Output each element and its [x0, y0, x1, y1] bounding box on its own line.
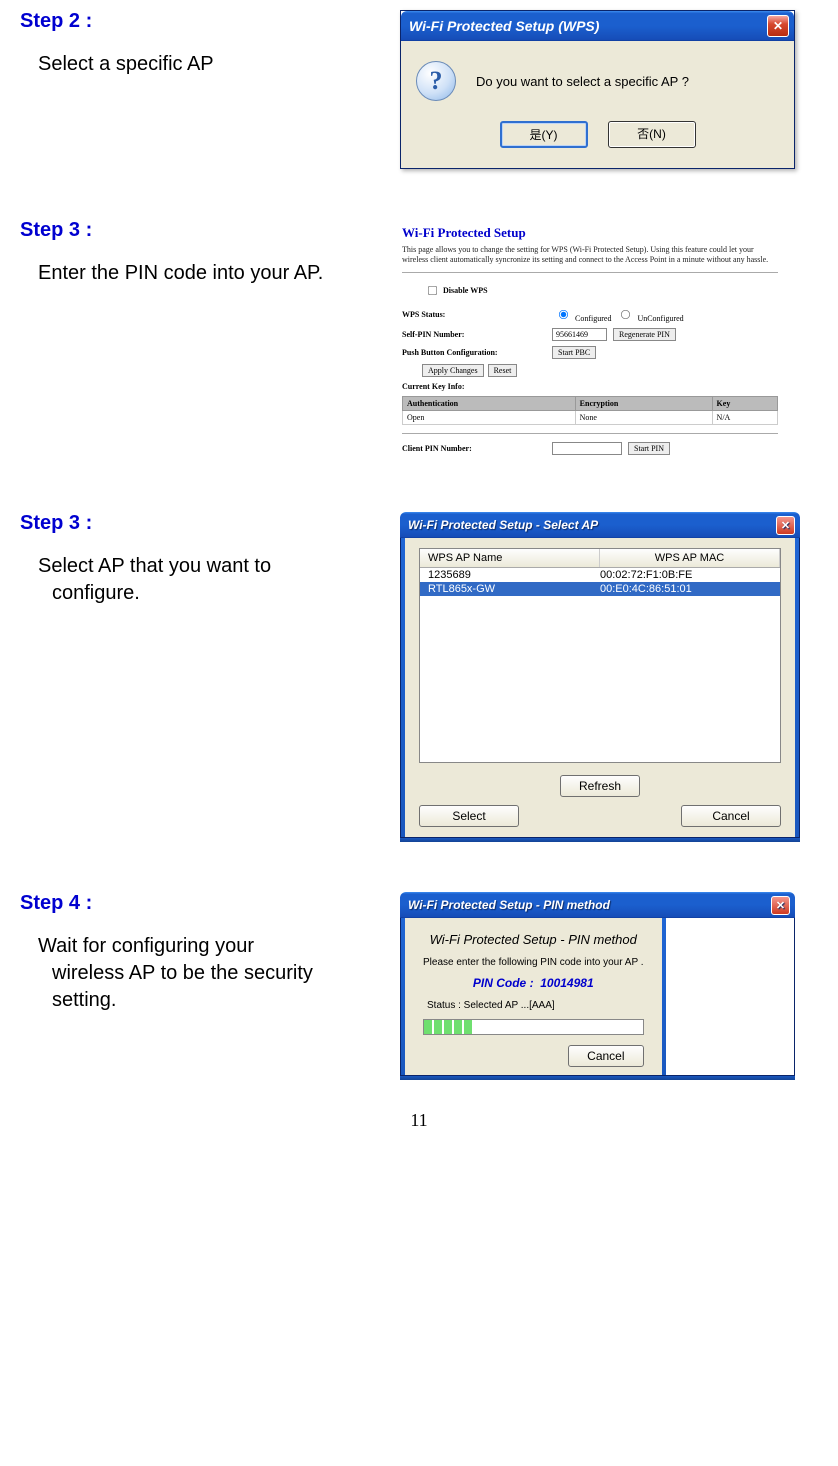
td-key: N/A — [712, 411, 777, 425]
step3a-heading: Step 3 : — [20, 219, 400, 242]
col-ap-name[interactable]: WPS AP Name — [420, 549, 600, 567]
close-icon[interactable]: ✕ — [767, 15, 789, 37]
clientpin-input[interactable] — [552, 442, 622, 455]
pbc-label: Push Button Configuration: — [402, 348, 552, 357]
close-icon[interactable]: ✕ — [771, 896, 790, 915]
select-ap-titlebar: Wi-Fi Protected Setup - Select AP ✕ — [400, 512, 800, 538]
pin-heading: Wi-Fi Protected Setup - PIN method — [423, 932, 644, 947]
close-icon[interactable]: ✕ — [776, 516, 795, 535]
confirm-dialog: Wi-Fi Protected Setup (WPS) ✕ ? Do you w… — [400, 10, 795, 169]
td-enc: None — [575, 411, 712, 425]
wps-intro: This page allows you to change the setti… — [402, 245, 778, 264]
question-icon: ? — [416, 61, 456, 101]
ap-list[interactable]: WPS AP Name WPS AP MAC 1235689 00:02:72:… — [419, 548, 781, 763]
refresh-button[interactable]: Refresh — [560, 775, 640, 797]
start-pin-button[interactable]: Start PIN — [628, 442, 670, 455]
list-item[interactable]: 1235689 00:02:72:F1:0B:FE — [420, 568, 780, 582]
confirm-title: Wi-Fi Protected Setup (WPS) — [409, 18, 599, 34]
confirm-titlebar: Wi-Fi Protected Setup (WPS) ✕ — [401, 11, 794, 41]
cancel-button[interactable]: Cancel — [568, 1045, 643, 1067]
col-ap-mac[interactable]: WPS AP MAC — [600, 549, 780, 567]
start-pbc-button[interactable]: Start PBC — [552, 346, 596, 359]
th-auth: Authentication — [403, 397, 576, 411]
page-number: 11 — [20, 1110, 818, 1131]
wps-status-label: WPS Status: — [402, 310, 552, 319]
clientpin-label: Client PIN Number: — [402, 444, 552, 453]
step3a-desc: Enter the PIN code into your AP. — [38, 260, 400, 287]
selfpin-value: 95661469 — [552, 328, 607, 341]
cancel-button[interactable]: Cancel — [681, 805, 781, 827]
no-button[interactable]: 否(N) — [608, 121, 696, 148]
key-info-label: Current Key Info: — [402, 382, 552, 391]
th-key: Key — [712, 397, 777, 411]
pin-method-dialog: Wi-Fi Protected Setup - PIN method ✕ Wi-… — [400, 892, 795, 1080]
wps-title: Wi-Fi Protected Setup — [402, 225, 778, 241]
select-ap-title: Wi-Fi Protected Setup - Select AP — [408, 518, 598, 532]
step3b-desc: Select AP that you want to configure. — [38, 553, 400, 607]
step4-heading: Step 4 : — [20, 892, 400, 915]
step2-desc: Select a specific AP — [38, 51, 400, 78]
key-info-table: Authentication Encryption Key Open None … — [402, 396, 778, 425]
disable-wps-checkbox[interactable] — [428, 286, 437, 295]
reset-button[interactable]: Reset — [488, 364, 518, 377]
selfpin-label: Self-PIN Number: — [402, 330, 552, 339]
disable-wps-label: Disable WPS — [443, 286, 488, 295]
list-item[interactable]: RTL865x-GW 00:E0:4C:86:51:01 — [420, 582, 780, 596]
step4-desc: Wait for configuring your wireless AP to… — [38, 933, 400, 1014]
pin-titlebar: Wi-Fi Protected Setup - PIN method ✕ — [400, 892, 795, 918]
wps-config-page: Wi-Fi Protected Setup This page allows y… — [400, 219, 780, 462]
apply-changes-button[interactable]: Apply Changes — [422, 364, 484, 377]
configured-radio[interactable] — [559, 310, 568, 319]
configured-label: Configured — [575, 314, 611, 323]
th-enc: Encryption — [575, 397, 712, 411]
step3b-heading: Step 3 : — [20, 512, 400, 535]
pin-code: PIN Code : 10014981 — [423, 976, 644, 990]
pin-message: Please enter the following PIN code into… — [423, 957, 644, 968]
select-button[interactable]: Select — [419, 805, 519, 827]
confirm-message: Do you want to select a specific AP ? — [476, 74, 689, 89]
unconfigured-label: UnConfigured — [637, 314, 683, 323]
progress-bar — [423, 1019, 644, 1035]
unconfigured-radio[interactable] — [621, 310, 630, 319]
regenerate-pin-button[interactable]: Regenerate PIN — [613, 328, 676, 341]
pin-title: Wi-Fi Protected Setup - PIN method — [408, 898, 610, 912]
yes-button[interactable]: 是(Y) — [500, 121, 588, 148]
select-ap-dialog: Wi-Fi Protected Setup - Select AP ✕ WPS … — [400, 512, 800, 842]
step2-heading: Step 2 : — [20, 10, 400, 33]
td-auth: Open — [403, 411, 576, 425]
pin-status: Status : Selected AP ...[AAA] — [423, 1000, 644, 1011]
